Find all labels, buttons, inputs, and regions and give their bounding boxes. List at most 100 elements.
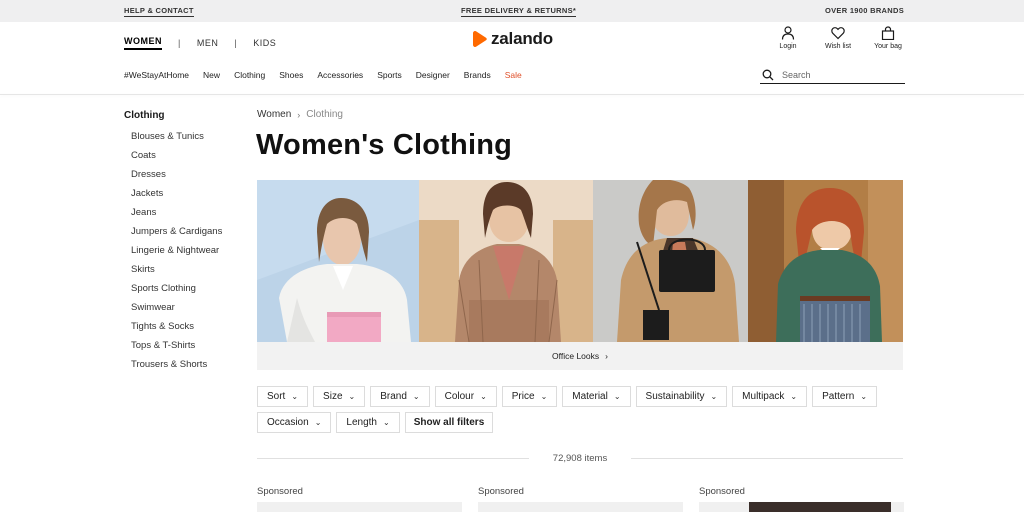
filter-occasion-label: Occasion: [267, 417, 309, 428]
chevron-down-icon: ⌄: [613, 392, 621, 401]
nav-clothing[interactable]: Clothing: [234, 70, 265, 80]
filter-material[interactable]: Material ⌄: [562, 386, 631, 407]
chevron-down-icon: ⌄: [412, 392, 420, 401]
category-nav: #WeStayAtHome New Clothing Shoes Accesso…: [124, 70, 522, 80]
sidebar-item-trousers-shorts[interactable]: Trousers & Shorts: [124, 355, 244, 374]
zalando-logo-icon: [473, 31, 487, 47]
gender-separator: |: [234, 38, 238, 48]
sidebar-item-coats[interactable]: Coats: [124, 146, 244, 165]
sidebar-item-sports-clothing[interactable]: Sports Clothing: [124, 279, 244, 298]
sidebar-item-tops-tshirts[interactable]: Tops & T-Shirts: [124, 336, 244, 355]
wishlist-label: Wish list: [824, 43, 852, 50]
filter-length[interactable]: Length ⌄: [336, 412, 400, 433]
banner-photo-print-dress: [748, 180, 903, 342]
search-input[interactable]: Search: [760, 66, 905, 84]
filter-price[interactable]: Price ⌄: [501, 386, 558, 407]
item-count-row: 72,908 items: [257, 453, 903, 464]
divider-line: [631, 458, 903, 459]
chevron-down-icon: ⌄: [314, 418, 322, 427]
divider-line: [257, 458, 529, 459]
show-all-filters-button[interactable]: Show all filters: [404, 412, 494, 433]
filter-material-label: Material: [572, 391, 608, 402]
brands-count-text: OVER 1900 BRANDS: [825, 6, 904, 15]
banner-caption-text: Office Looks: [552, 351, 600, 361]
gender-tab-men[interactable]: MEN: [197, 38, 219, 48]
sidebar-item-lingerie-nightwear[interactable]: Lingerie & Nightwear: [124, 241, 244, 260]
nav-new[interactable]: New: [203, 70, 220, 80]
filter-colour-label: Colour: [444, 391, 475, 402]
filter-multipack[interactable]: Multipack ⌄: [732, 386, 808, 407]
sidebar-title[interactable]: Clothing: [124, 110, 244, 121]
chevron-right-icon: ›: [297, 109, 301, 120]
sponsored-label: Sponsored: [478, 486, 524, 497]
chevron-down-icon: ⌄: [480, 392, 487, 401]
logo-wordmark: zalando: [491, 29, 553, 48]
filter-occasion[interactable]: Occasion ⌄: [257, 412, 332, 433]
nav-accessories[interactable]: Accessories: [317, 70, 363, 80]
filter-bar: Sort ⌄ Size ⌄ Brand ⌄ Colour ⌄ Price ⌄ Materi…: [257, 386, 907, 433]
nav-sale[interactable]: Sale: [505, 70, 522, 80]
nav-designer[interactable]: Designer: [416, 70, 450, 80]
filter-pattern-label: Pattern: [822, 391, 855, 402]
chevron-right-icon: ›: [605, 351, 608, 361]
promo-banner[interactable]: [257, 180, 903, 342]
filter-colour[interactable]: Colour ⌄: [434, 386, 497, 407]
filter-size-label: Size: [323, 391, 343, 402]
sidebar-item-dresses[interactable]: Dresses: [124, 165, 244, 184]
chevron-down-icon: ⌄: [790, 392, 798, 401]
heart-icon: [831, 27, 845, 40]
login-label: Login: [779, 43, 797, 50]
nav-shoes[interactable]: Shoes: [279, 70, 303, 80]
gender-tab-women[interactable]: WOMEN: [124, 36, 162, 50]
filter-size[interactable]: Size ⌄: [313, 386, 366, 407]
filter-price-label: Price: [511, 391, 535, 402]
filter-multipack-label: Multipack: [742, 391, 785, 402]
bag-button[interactable]: Your bag: [872, 26, 904, 50]
login-button[interactable]: Login: [772, 26, 804, 50]
filter-length-label: Length: [346, 417, 377, 428]
gender-tab-kids[interactable]: KIDS: [253, 38, 276, 48]
sidebar-item-jumpers-cardigans[interactable]: Jumpers & Cardigans: [124, 222, 244, 241]
search-placeholder: Search: [782, 69, 811, 80]
product-card-image[interactable]: [699, 502, 904, 512]
user-icon: [781, 26, 795, 40]
sidebar-item-jackets[interactable]: Jackets: [124, 184, 244, 203]
breadcrumb-clothing: Clothing: [306, 109, 343, 120]
breadcrumb: Women › Clothing: [257, 109, 343, 120]
chevron-down-icon: ⌄: [710, 392, 718, 401]
account-actions: Login Wish list Your bag: [772, 26, 904, 50]
filter-brand[interactable]: Brand ⌄: [370, 386, 430, 407]
product-card-image[interactable]: [478, 502, 683, 512]
filter-sort-label: Sort: [267, 391, 286, 402]
sidebar-item-blouses-tunics[interactable]: Blouses & Tunics: [124, 127, 244, 146]
free-delivery-link[interactable]: FREE DELIVERY & RETURNS*: [461, 6, 577, 17]
item-count: 72,908 items: [552, 453, 608, 464]
zalando-logo[interactable]: zalando: [473, 29, 553, 49]
filter-pattern[interactable]: Pattern ⌄: [812, 386, 878, 407]
filter-sustainability[interactable]: Sustainability ⌄: [635, 386, 728, 407]
header-divider: [0, 94, 1024, 95]
search-icon: [762, 69, 774, 80]
bag-icon: [881, 26, 895, 40]
filter-brand-label: Brand: [380, 391, 407, 402]
sidebar-item-tights-socks[interactable]: Tights & Socks: [124, 317, 244, 336]
chevron-down-icon: ⌄: [860, 392, 868, 401]
sidebar-item-skirts[interactable]: Skirts: [124, 260, 244, 279]
breadcrumb-women[interactable]: Women: [257, 109, 291, 120]
help-contact-link[interactable]: HELP & CONTACT: [124, 6, 194, 17]
filter-sort[interactable]: Sort ⌄: [257, 386, 309, 407]
wishlist-button[interactable]: Wish list: [822, 26, 854, 50]
nav-westayathome[interactable]: #WeStayAtHome: [124, 70, 189, 80]
page-title: Women's Clothing: [256, 129, 513, 161]
sidebar-item-jeans[interactable]: Jeans: [124, 203, 244, 222]
sidebar-item-swimwear[interactable]: Swimwear: [124, 298, 244, 317]
chevron-down-icon: ⌄: [348, 392, 356, 401]
bag-label: Your bag: [874, 43, 902, 50]
category-sidebar: Clothing Blouses & Tunics Coats Dresses …: [124, 110, 244, 374]
gender-separator: |: [178, 38, 181, 48]
nav-sports[interactable]: Sports: [377, 70, 402, 80]
top-utility-bar: HELP & CONTACT FREE DELIVERY & RETURNS* …: [0, 0, 1024, 22]
product-card-image[interactable]: [257, 502, 462, 512]
banner-caption[interactable]: Office Looks ›: [257, 342, 903, 370]
nav-brands[interactable]: Brands: [464, 70, 491, 80]
